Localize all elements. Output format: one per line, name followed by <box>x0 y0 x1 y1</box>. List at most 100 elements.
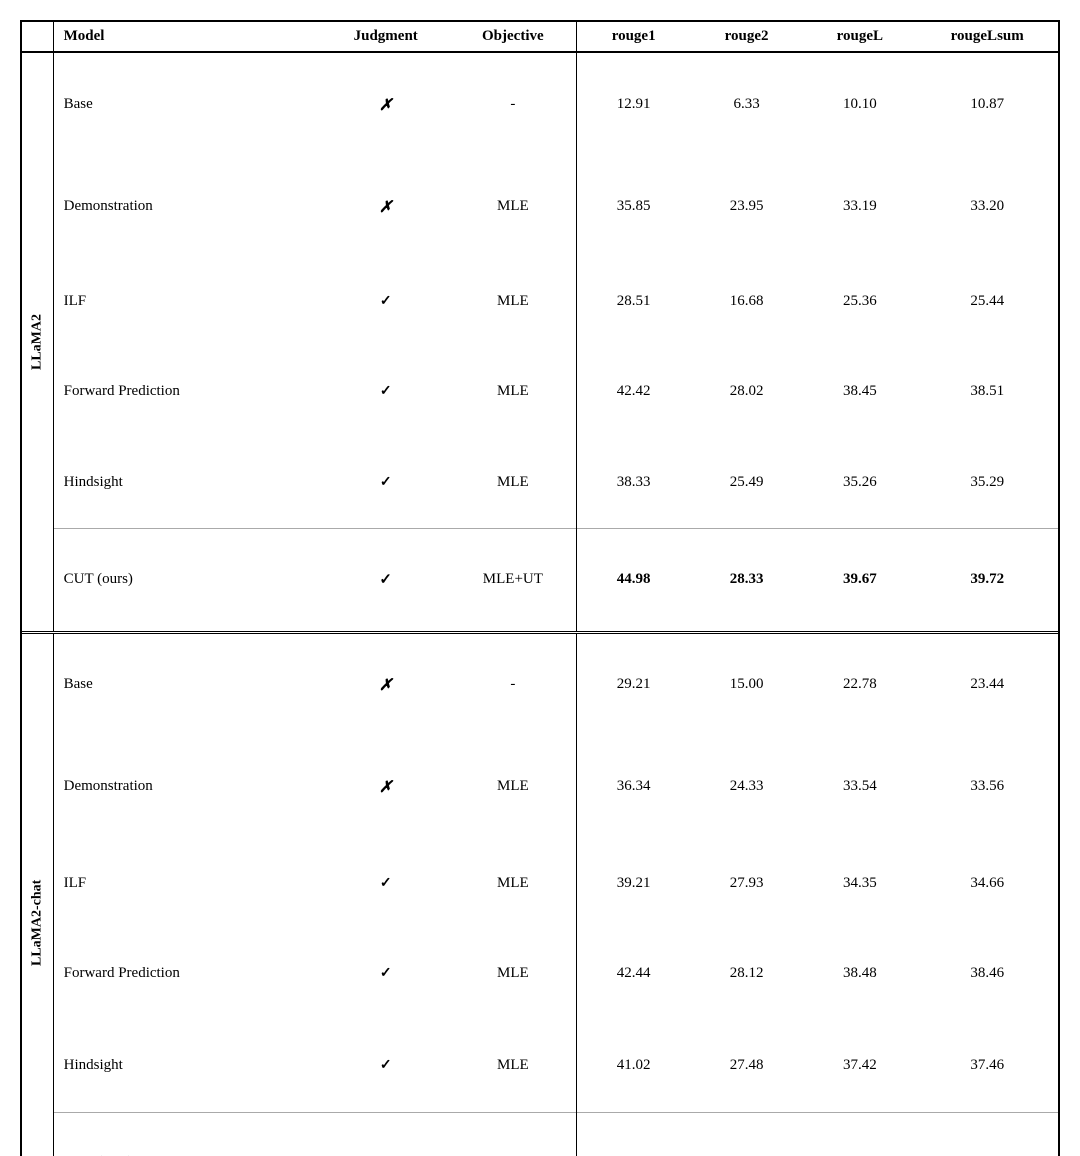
rouge2-cell: 15.00 <box>690 634 803 736</box>
model-name-cell: Forward Prediction <box>53 928 322 1019</box>
rouge2-cell: 6.33 <box>690 52 803 156</box>
cut2-judgment-cell: ✓ <box>322 1112 449 1156</box>
col-header-objective: Objective <box>449 22 576 52</box>
judgment-cell: ✓ <box>322 1019 449 1112</box>
table-row: ILF✓MLE39.2127.9334.3534.66 <box>22 838 1058 929</box>
cut2-model-cell: CUT (ours) <box>53 1112 322 1156</box>
header-row: Model Judgment Objective rouge1 rouge2 r… <box>22 22 1058 52</box>
col-header-rouge1: rouge1 <box>577 22 690 52</box>
table-row: LLaMA2Base✗-12.916.3310.1010.87 <box>22 52 1058 156</box>
model-name-cell: Demonstration <box>53 736 322 838</box>
rougeLsum-cell: 10.87 <box>916 52 1058 156</box>
results-table: Model Judgment Objective rouge1 rouge2 r… <box>22 22 1058 1156</box>
table-row: ILF✓MLE28.5116.6825.3625.44 <box>22 257 1058 347</box>
rouge2-cell: 25.49 <box>690 437 803 529</box>
model-name-cell: Base <box>53 634 322 736</box>
cut-rougeLsum-cell: 39.72 <box>916 528 1058 632</box>
cut-objective-cell: MLE+UT <box>449 528 576 632</box>
table-row: Demonstration✗MLE36.3424.3333.5433.56 <box>22 736 1058 838</box>
rouge1-cell: 39.21 <box>577 838 690 929</box>
cut2-rougeLsum-cell: 40.05 <box>916 1112 1058 1156</box>
cut2-rouge2-cell: 28.60 <box>690 1112 803 1156</box>
judgment-cell: ✓ <box>322 347 449 437</box>
rouge1-cell: 38.33 <box>577 437 690 529</box>
table-row: Hindsight✓MLE41.0227.4837.4237.46 <box>22 1019 1058 1112</box>
rouge2-cell: 28.02 <box>690 347 803 437</box>
section-vertical-label: LLaMA2 <box>22 53 53 631</box>
rouge2-cell: 23.95 <box>690 156 803 257</box>
rougeLsum-cell: 35.29 <box>916 437 1058 529</box>
model-name-cell: Demonstration <box>53 156 322 257</box>
rouge1-cell: 42.44 <box>577 928 690 1019</box>
judgment-cell: ✗ <box>322 736 449 838</box>
objective-cell: MLE <box>449 1019 576 1112</box>
objective-cell: MLE <box>449 838 576 929</box>
cut2-rougeL-cell: 39.98 <box>803 1112 916 1156</box>
rougeLsum-cell: 38.51 <box>916 347 1058 437</box>
rouge1-cell: 12.91 <box>577 52 690 156</box>
rougeL-cell: 25.36 <box>803 257 916 347</box>
col-header-rougeLsum: rougeLsum <box>916 22 1058 52</box>
rouge1-cell: 35.85 <box>577 156 690 257</box>
judgment-cell: ✓ <box>322 928 449 1019</box>
rouge1-cell: 42.42 <box>577 347 690 437</box>
rouge2-cell: 27.48 <box>690 1019 803 1112</box>
rouge1-cell: 41.02 <box>577 1019 690 1112</box>
table-row: Hindsight✓MLE38.3325.4935.2635.29 <box>22 437 1058 529</box>
model-name-cell: ILF <box>53 838 322 929</box>
rougeLsum-cell: 37.46 <box>916 1019 1058 1112</box>
objective-cell: MLE <box>449 928 576 1019</box>
rougeL-cell: 33.54 <box>803 736 916 838</box>
rougeL-cell: 22.78 <box>803 634 916 736</box>
objective-cell: MLE <box>449 736 576 838</box>
objective-cell: MLE <box>449 156 576 257</box>
rougeL-cell: 37.42 <box>803 1019 916 1112</box>
model-name-cell: Forward Prediction <box>53 347 322 437</box>
table-row: Demonstration✗MLE35.8523.9533.1933.20 <box>22 156 1058 257</box>
rougeLsum-cell: 38.46 <box>916 928 1058 1019</box>
objective-cell: MLE <box>449 257 576 347</box>
cut2-objective-cell: MLE+UT <box>449 1112 576 1156</box>
judgment-cell: ✗ <box>322 634 449 736</box>
judgment-cell: ✓ <box>322 437 449 529</box>
rougeL-cell: 38.45 <box>803 347 916 437</box>
model-name-cell: Hindsight <box>53 1019 322 1112</box>
rouge1-cell: 29.21 <box>577 634 690 736</box>
rougeL-cell: 33.19 <box>803 156 916 257</box>
rouge2-cell: 16.68 <box>690 257 803 347</box>
objective-cell: - <box>449 52 576 156</box>
judgment-cell: ✗ <box>322 52 449 156</box>
cut-rouge2-cell: 28.33 <box>690 528 803 632</box>
rouge2-cell: 24.33 <box>690 736 803 838</box>
judgment-cell: ✓ <box>322 838 449 929</box>
section-label-cell: LLaMA2-chat <box>22 634 53 1156</box>
rougeL-cell: 38.48 <box>803 928 916 1019</box>
model-name-cell: Hindsight <box>53 437 322 529</box>
table-row: LLaMA2-chatBase✗-29.2115.0022.7823.44 <box>22 634 1058 736</box>
cut-rouge1-cell: 44.98 <box>577 528 690 632</box>
rouge2-cell: 27.93 <box>690 838 803 929</box>
cut2-rouge1-cell: 45.35 <box>577 1112 690 1156</box>
model-name-cell: Base <box>53 52 322 156</box>
section-label-cell: LLaMA2 <box>22 52 53 633</box>
rouge2-cell: 28.12 <box>690 928 803 1019</box>
main-table-container: Model Judgment Objective rouge1 rouge2 r… <box>20 20 1060 1156</box>
rougeL-cell: 34.35 <box>803 838 916 929</box>
rougeLsum-cell: 34.66 <box>916 838 1058 929</box>
col-header-model: Model <box>53 22 322 52</box>
rougeLsum-cell: 33.20 <box>916 156 1058 257</box>
judgment-cell: ✗ <box>322 156 449 257</box>
cut-row: CUT (ours)✓MLE+UT44.9828.3339.6739.72 <box>22 528 1058 632</box>
rougeLsum-cell: 23.44 <box>916 634 1058 736</box>
rougeLsum-cell: 25.44 <box>916 257 1058 347</box>
rougeL-cell: 35.26 <box>803 437 916 529</box>
cut-judgment-cell: ✓ <box>322 528 449 632</box>
rouge1-cell: 36.34 <box>577 736 690 838</box>
col-header-rouge2: rouge2 <box>690 22 803 52</box>
cut-row-2: CUT (ours)✓MLE+UT45.3528.6039.9840.05 <box>22 1112 1058 1156</box>
section-vertical-label: LLaMA2-chat <box>22 634 53 1156</box>
col-header-judgment: Judgment <box>322 22 449 52</box>
table-row: Forward Prediction✓MLE42.4428.1238.4838.… <box>22 928 1058 1019</box>
rouge1-cell: 28.51 <box>577 257 690 347</box>
objective-cell: - <box>449 634 576 736</box>
